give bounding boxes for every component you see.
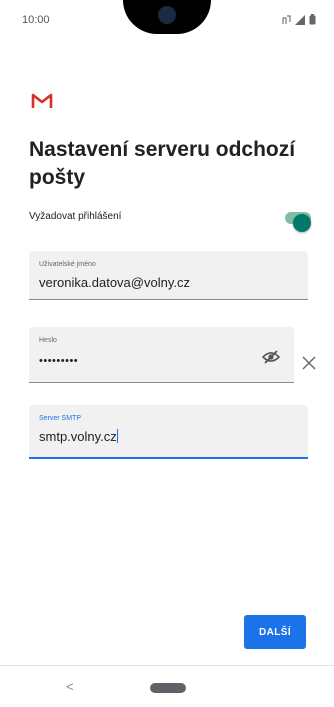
signal-icon <box>295 14 305 25</box>
username-value: veronika.datova@volny.cz <box>39 275 190 290</box>
nfc-icon <box>282 14 291 24</box>
gmail-logo-icon <box>31 93 53 108</box>
smtp-server-label: Server SMTP <box>39 415 82 422</box>
require-login-toggle[interactable] <box>285 212 311 232</box>
home-pill[interactable] <box>150 683 186 693</box>
password-label: Heslo <box>39 337 57 344</box>
next-button[interactable]: DALŠÍ <box>244 615 306 649</box>
page-title: Nastavení serveru odchozí pošty <box>29 138 296 189</box>
status-time: 10:00 <box>22 14 50 26</box>
status-bar: 10:00 <box>0 0 334 40</box>
smtp-server-value: smtp.volny.cz <box>39 429 117 444</box>
username-label: Uživatelské jméno <box>39 261 96 268</box>
clear-password-icon[interactable] <box>300 354 318 372</box>
text-cursor <box>116 429 118 443</box>
nav-bar-divider <box>0 665 334 666</box>
smtp-server-value-wrap: smtp.volny.cz <box>39 429 118 444</box>
password-field[interactable]: Heslo ••••••••• <box>29 327 294 383</box>
password-value: ••••••••• <box>39 355 79 367</box>
back-button[interactable]: < <box>66 679 74 694</box>
phone-screen: 10:00 Nastavení serveru odchozí pošty Vy… <box>0 0 334 707</box>
username-field[interactable]: Uživatelské jméno veronika.datova@volny.… <box>29 251 308 300</box>
toggle-thumb <box>293 214 311 232</box>
battery-icon <box>309 14 316 25</box>
smtp-server-field[interactable]: Server SMTP smtp.volny.cz <box>29 405 308 459</box>
require-login-label: Vyžadovat přihlášení <box>29 211 122 222</box>
require-login-row[interactable]: Vyžadovat přihlášení <box>29 206 317 232</box>
visibility-off-icon[interactable] <box>262 349 280 365</box>
front-camera <box>158 6 176 24</box>
status-icons <box>282 14 316 25</box>
